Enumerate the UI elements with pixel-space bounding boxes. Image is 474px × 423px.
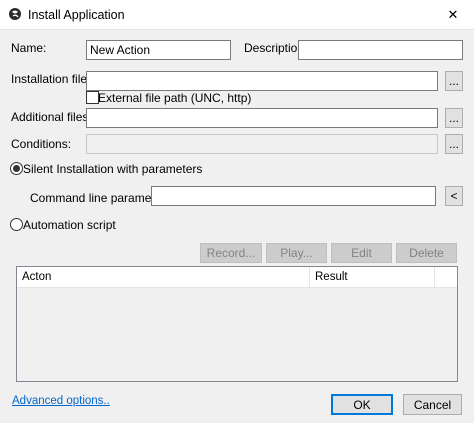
conditions-label: Conditions: [11, 137, 72, 151]
conditions-browse-button[interactable]: ... [445, 134, 463, 154]
table-header: Acton Result [17, 267, 457, 288]
ok-button[interactable]: OK [331, 394, 393, 415]
advanced-options-link[interactable]: Advanced options.. [12, 395, 110, 407]
silent-install-label: Silent Installation with parameters [23, 162, 203, 176]
description-input[interactable] [298, 40, 463, 60]
close-icon: ✕ [447, 7, 459, 22]
additional-files-browse-button[interactable]: ... [445, 108, 463, 128]
column-header-result[interactable]: Result [310, 267, 435, 288]
cancel-button[interactable]: Cancel [403, 394, 462, 415]
additional-files-input[interactable] [86, 108, 438, 128]
actions-table[interactable]: Acton Result [16, 266, 458, 382]
name-label: Name: [11, 41, 47, 55]
installation-file-input[interactable] [86, 71, 438, 91]
radio-selected-dot [13, 165, 20, 172]
cmd-params-input[interactable] [151, 186, 436, 206]
play-button[interactable]: Play... [266, 243, 327, 263]
delete-button[interactable]: Delete [396, 243, 457, 263]
title-bar: Install Application ✕ [0, 0, 474, 30]
window-title: Install Application [28, 8, 125, 22]
additional-files-label: Additional files: [11, 110, 92, 124]
edit-button[interactable]: Edit [331, 243, 392, 263]
column-header-action[interactable]: Acton [17, 267, 310, 288]
app-logo-icon [9, 8, 21, 20]
installation-file-browse-button[interactable]: ... [445, 71, 463, 91]
automation-script-radio[interactable] [10, 218, 23, 231]
close-button[interactable]: ✕ [432, 0, 474, 30]
name-input[interactable]: New Action [86, 40, 231, 60]
silent-install-radio[interactable] [10, 162, 23, 175]
record-button[interactable]: Record... [200, 243, 262, 263]
cmd-params-insert-button[interactable]: < [445, 186, 463, 206]
conditions-input[interactable] [86, 134, 438, 154]
external-path-label: External file path (UNC, http) [98, 91, 252, 105]
automation-script-label: Automation script [23, 218, 116, 232]
installation-file-label: Installation file: [11, 72, 91, 86]
